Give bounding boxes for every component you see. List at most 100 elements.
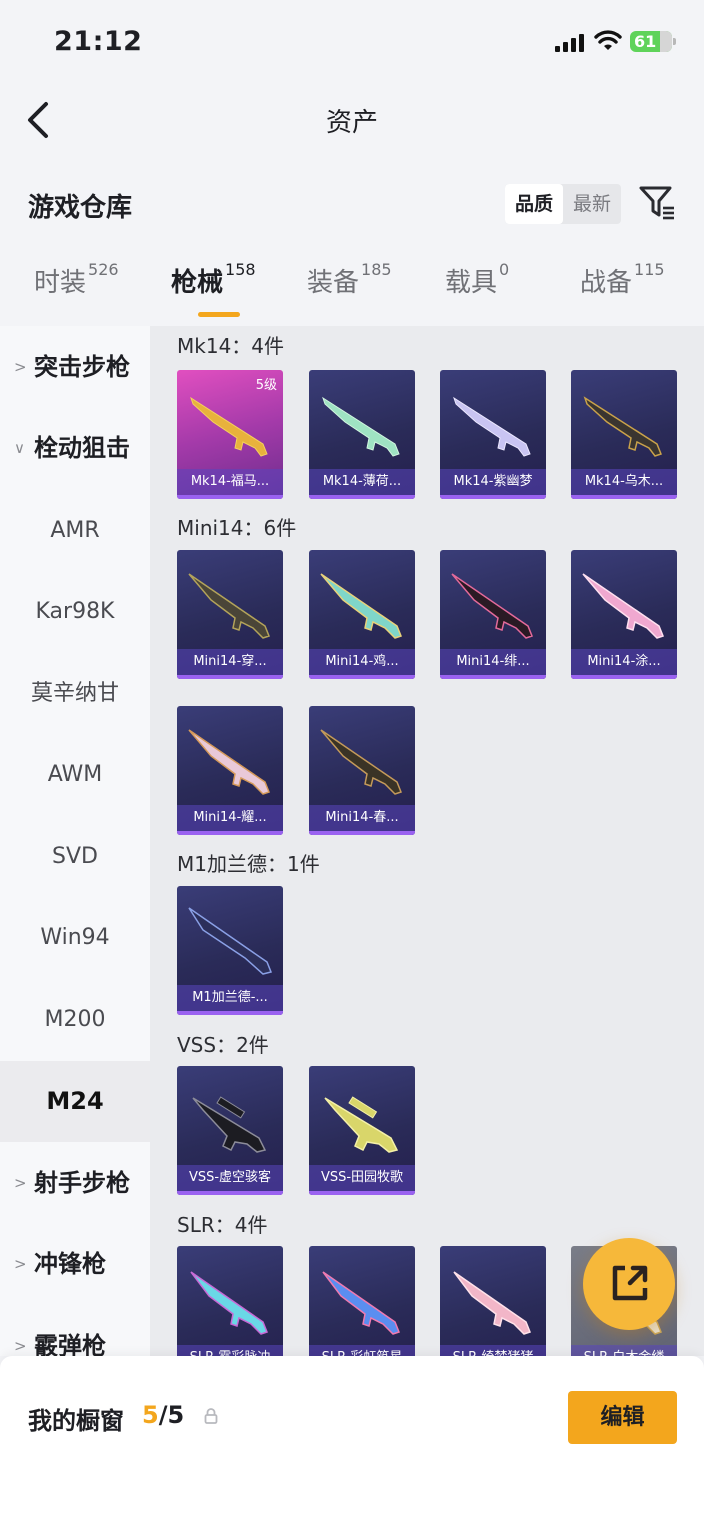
sidebar-group-bolt-sniper[interactable]: ∨ 栓动狙击 — [0, 408, 150, 489]
showcase-count: 5/5 — [142, 1401, 184, 1429]
rifle-icon — [188, 907, 273, 975]
status-time: 21:12 — [54, 26, 143, 57]
share-icon — [612, 1265, 648, 1301]
rifle-icon — [453, 396, 531, 457]
skin-card[interactable]: Mini14-春... — [309, 706, 415, 835]
rifle-icon — [190, 1271, 268, 1335]
rifle-icon — [320, 573, 402, 639]
skin-name: VSS-田园牧歌 — [309, 1165, 415, 1191]
sidebar-group-label: 霰弹枪 — [34, 1332, 106, 1356]
skin-name: Mini14-穿... — [177, 649, 283, 675]
sidebar-group-assault-rifle[interactable]: > 突击步枪 — [0, 327, 150, 408]
tab-count: 0 — [499, 260, 510, 279]
chevron-right-icon: > — [14, 1255, 27, 1273]
rifle-icon — [582, 573, 664, 639]
active-tab-indicator — [198, 312, 240, 317]
group-title-mini14: Mini14：6件 — [177, 516, 297, 540]
chevron-right-icon: > — [14, 358, 27, 376]
showcase-current: 5 — [142, 1401, 159, 1429]
sidebar-item-win94[interactable]: Win94 — [0, 897, 150, 978]
tab-gear[interactable]: 装备 185 — [307, 260, 392, 299]
skin-card[interactable]: Mk14-紫幽梦 — [440, 370, 546, 499]
tab-label: 装备 — [307, 268, 360, 298]
rifle-icon — [322, 1271, 400, 1335]
tab-firearms[interactable]: 枪械 158 — [171, 260, 256, 299]
sidebar-item-svd[interactable]: SVD — [0, 816, 150, 897]
tab-count: 526 — [88, 260, 119, 279]
tab-count: 185 — [361, 260, 392, 279]
group-title-slr: SLR：4件 — [177, 1213, 268, 1237]
status-bar: 21:12 61 — [0, 0, 704, 86]
sidebar-group-smg[interactable]: > 冲锋枪 — [0, 1224, 150, 1305]
sidebar-item-awm[interactable]: AWM — [0, 734, 150, 815]
sidebar-item-kar98k[interactable]: Kar98K — [0, 571, 150, 652]
filter-icon[interactable] — [638, 184, 676, 222]
wifi-icon — [594, 30, 622, 50]
tab-count: 115 — [634, 260, 665, 279]
tab-costume[interactable]: 时装 526 — [34, 260, 119, 299]
skin-card[interactable]: VSS-虚空骇客 — [177, 1066, 283, 1195]
category-tabs: 时装 526 枪械 158 装备 185 载具 0 战备 115 — [0, 260, 704, 322]
skin-card[interactable]: Mk14-薄荷... — [309, 370, 415, 499]
showcase-bar: 我的橱窗 5/5 编辑 — [0, 1356, 704, 1523]
battery-level: 61 — [634, 32, 657, 51]
skin-card[interactable]: 5级 Mk14-福马... — [177, 370, 283, 499]
sort-toggle: 品质 最新 — [505, 184, 621, 224]
weapon-skin-grid: Mk14：4件 5级 Mk14-福马... Mk14-薄荷... Mk14-紫幽… — [150, 326, 704, 1356]
tab-vehicles[interactable]: 载具 0 — [445, 260, 510, 299]
tab-count: 158 — [225, 260, 256, 279]
chevron-down-icon: ∨ — [14, 439, 25, 457]
group-title-vss: VSS：2件 — [177, 1033, 269, 1057]
skin-card[interactable]: SLR-绮梦猪猪 — [440, 1246, 546, 1356]
skin-card[interactable]: VSS-田园牧歌 — [309, 1066, 415, 1195]
skin-card[interactable]: Mini14-鸡... — [309, 550, 415, 679]
skin-name: Mk14-福马... — [177, 469, 283, 495]
sort-quality-option[interactable]: 品质 — [505, 184, 563, 224]
skin-name: SLR-白木金缕 — [571, 1345, 677, 1356]
skin-card[interactable]: SLR-霓彩脉冲 — [177, 1246, 283, 1356]
edit-button[interactable]: 编辑 — [568, 1391, 677, 1444]
skin-name: Mk14-薄荷... — [309, 469, 415, 495]
sidebar-group-label: 突击步枪 — [34, 353, 130, 381]
sidebar-item-m24[interactable]: M24 — [0, 1061, 150, 1142]
share-button[interactable] — [583, 1238, 675, 1330]
skin-card[interactable]: SLR-彩虹筑星 — [309, 1246, 415, 1356]
skin-card[interactable]: Mini14-穿... — [177, 550, 283, 679]
sidebar-group-shotgun[interactable]: > 霰弹枪 — [0, 1306, 150, 1356]
warehouse-title: 游戏仓库 — [28, 193, 133, 223]
skin-name: SLR-绮梦猪猪 — [440, 1345, 546, 1356]
skin-name: Mini14-鸡... — [309, 649, 415, 675]
rifle-icon — [188, 729, 270, 795]
skin-name: SLR-霓彩脉冲 — [177, 1345, 283, 1356]
rifle-icon — [451, 573, 533, 639]
sidebar-item-mosin[interactable]: 莫辛纳甘 — [0, 653, 150, 734]
skin-name: Mini14-涂... — [571, 649, 677, 675]
skin-card[interactable]: Mini14-绯... — [440, 550, 546, 679]
sidebar-group-marksman-rifle[interactable]: > 射手步枪 — [0, 1143, 150, 1224]
skin-card[interactable]: Mini14-耀... — [177, 706, 283, 835]
skin-name: SLR-彩虹筑星 — [309, 1345, 415, 1356]
weapon-category-sidebar: > 突击步枪 ∨ 栓动狙击 AMR Kar98K 莫辛纳甘 AWM SVD Win9… — [0, 326, 150, 1356]
tab-label: 战备 — [580, 268, 633, 298]
showcase-total: 5 — [167, 1401, 185, 1429]
sidebar-item-amr[interactable]: AMR — [0, 490, 150, 571]
skin-card[interactable]: M1加兰德-... — [177, 886, 283, 1015]
sort-latest-option[interactable]: 最新 — [563, 184, 621, 224]
sidebar-item-m200[interactable]: M200 — [0, 979, 150, 1060]
rifle-icon — [320, 729, 402, 795]
sidebar-group-label: 射手步枪 — [34, 1169, 130, 1197]
sidebar-group-label: 栓动狙击 — [34, 434, 130, 462]
skin-name: M1加兰德-... — [177, 985, 283, 1011]
cellular-signal-icon — [555, 34, 587, 52]
tab-supplies[interactable]: 战备 115 — [580, 260, 665, 299]
skin-card[interactable]: Mini14-涂... — [571, 550, 677, 679]
skin-name: Mk14-乌木... — [571, 469, 677, 495]
chevron-right-icon: > — [14, 1174, 27, 1192]
page-title: 资产 — [325, 108, 378, 138]
tab-label: 枪械 — [171, 268, 224, 298]
rifle-icon — [190, 396, 268, 457]
group-title-mk14: Mk14：4件 — [177, 334, 285, 358]
battery-icon: 61 — [630, 31, 676, 52]
skin-card[interactable]: Mk14-乌木... — [571, 370, 677, 499]
skin-name: Mini14-春... — [309, 805, 415, 831]
